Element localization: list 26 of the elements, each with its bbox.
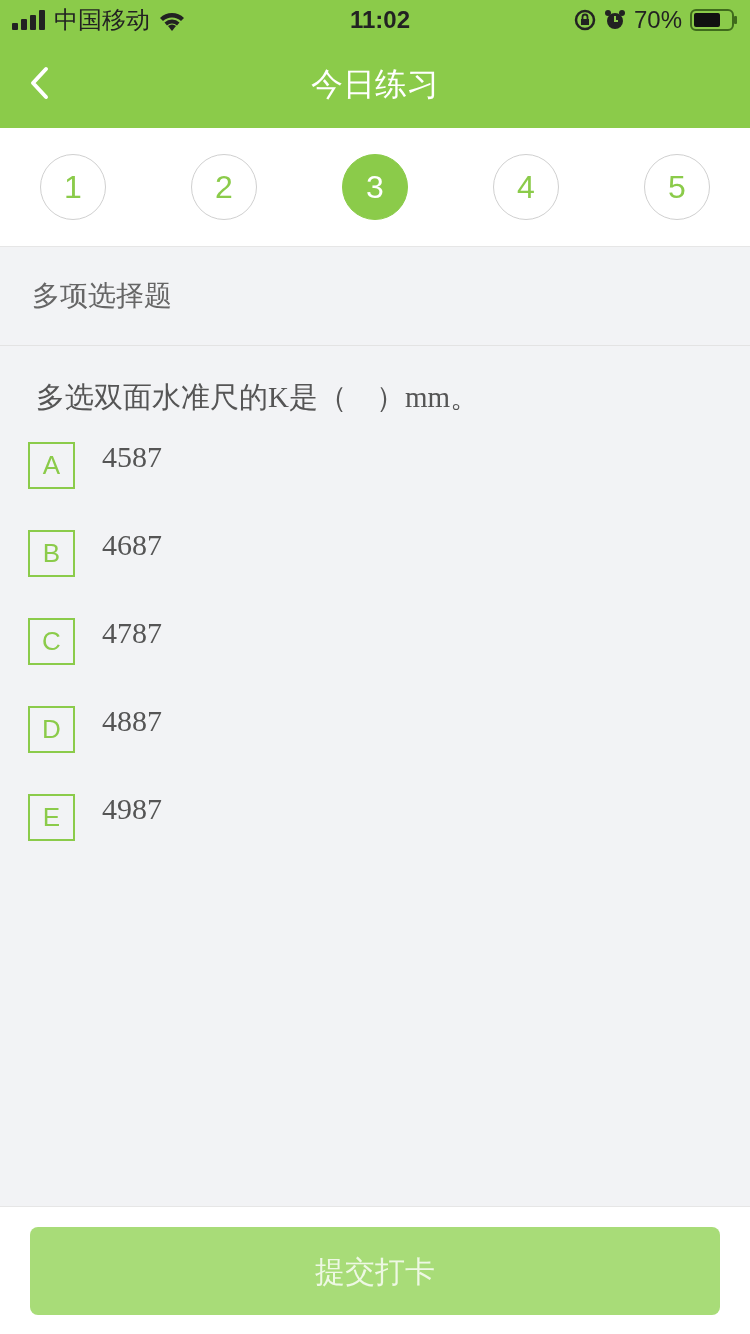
question-number[interactable]: 3 [342,154,408,220]
rotation-lock-icon [573,9,596,31]
alarm-icon [603,9,626,31]
battery-icon [690,9,738,31]
option-text: 4887 [102,702,162,739]
section-heading: 多项选择题 [0,247,750,346]
question-number[interactable]: 1 [40,154,106,220]
question-number[interactable]: 4 [493,154,559,220]
option-text: 4587 [102,438,162,475]
carrier-name: 中国移动 [54,5,150,35]
signal-icon [12,10,46,30]
option-checkbox[interactable]: D [28,705,75,753]
option-checkbox[interactable]: B [28,529,75,577]
option-text: 4687 [102,526,162,563]
question-number[interactable]: 2 [191,154,257,220]
page-title: 今日练习 [311,65,439,104]
option-checkbox[interactable]: E [28,793,75,841]
back-icon[interactable] [28,66,50,100]
option-text: 4787 [102,614,162,651]
option-checkbox[interactable]: A [28,441,75,489]
question-text: 多选双面水准尺的K是（ ）mm。 [35,380,481,415]
option-checkbox[interactable]: C [28,617,75,665]
option-text: 4987 [102,790,162,827]
battery-percent: 70% [633,5,682,35]
clock-time: 11:02 [349,5,410,35]
question-number[interactable]: 5 [644,154,710,220]
